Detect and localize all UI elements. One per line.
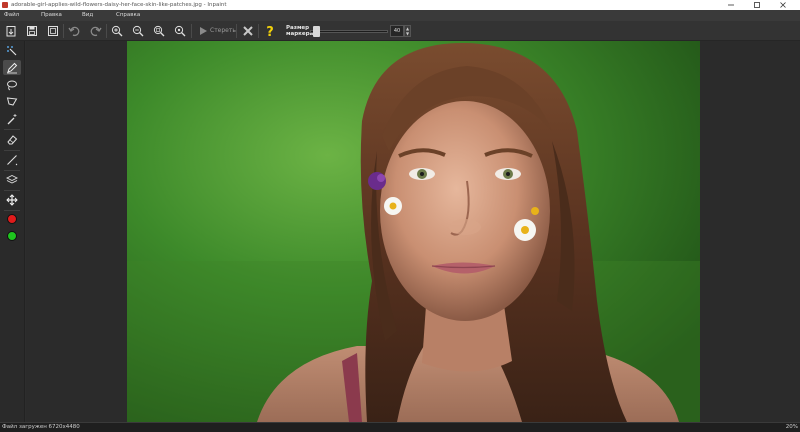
- zoom-actual-button[interactable]: [172, 23, 188, 39]
- maximize-button[interactable]: [744, 0, 770, 10]
- cancel-icon: [243, 26, 253, 36]
- marker-size-slider-thumb[interactable]: [312, 26, 320, 37]
- toolbar-separator: [63, 24, 64, 38]
- svg-text:?: ?: [266, 25, 274, 38]
- redo-icon: [90, 26, 102, 37]
- marker-size-input[interactable]: 40: [390, 25, 404, 37]
- menu-help[interactable]: Справка: [116, 12, 140, 18]
- undo-button[interactable]: [66, 23, 82, 39]
- tool-separator: [4, 170, 20, 171]
- save-as-button[interactable]: [45, 23, 61, 39]
- minimize-button[interactable]: [718, 0, 744, 10]
- green-color-swatch: [7, 230, 17, 241]
- status-text: Файл загружен 6720x4480: [2, 424, 80, 430]
- eraser-tool[interactable]: [3, 132, 21, 147]
- close-button[interactable]: [770, 0, 796, 10]
- marker-tool[interactable]: [3, 60, 21, 75]
- menu-edit[interactable]: Правка: [41, 12, 62, 18]
- menu-file[interactable]: Файл: [4, 12, 19, 18]
- zoom-level: 20%: [785, 424, 798, 430]
- magic-wand-tool[interactable]: [3, 111, 21, 126]
- lasso-icon: [7, 80, 17, 90]
- image-canvas[interactable]: [127, 41, 700, 422]
- magic-cursor-icon: [7, 45, 17, 55]
- save-icon: [27, 26, 37, 36]
- close-icon: [780, 2, 786, 8]
- zoom-in-icon: [111, 25, 123, 37]
- tool-panel: [0, 41, 25, 422]
- tool-separator: [4, 190, 20, 191]
- window-controls: [718, 0, 796, 10]
- move-tool[interactable]: [3, 192, 21, 207]
- open-button[interactable]: [3, 23, 19, 39]
- title-bar: adorable-girl-applies-wild-flowers-daisy…: [0, 0, 800, 10]
- mask-color-button[interactable]: [3, 211, 21, 226]
- magic-wand-icon: [7, 113, 17, 124]
- polygon-lasso-tool[interactable]: [3, 94, 21, 109]
- erase-button[interactable]: [195, 23, 211, 39]
- cancel-button[interactable]: [240, 23, 256, 39]
- daisy-left: [384, 197, 402, 215]
- inpaint-window: adorable-girl-applies-wild-flowers-daisy…: [0, 0, 800, 432]
- red-color-swatch: [7, 213, 17, 224]
- tool-separator: [4, 150, 20, 151]
- zoom-in-button[interactable]: [109, 23, 125, 39]
- line-tool[interactable]: [3, 152, 21, 167]
- app-icon: [2, 2, 8, 8]
- menu-bar: Файл Правка Вид Справка: [0, 10, 800, 21]
- minimize-icon: [728, 4, 734, 6]
- window-title: adorable-girl-applies-wild-flowers-daisy…: [11, 2, 227, 8]
- layers-icon: [6, 174, 18, 184]
- polygon-lasso-icon: [6, 96, 18, 106]
- undo-icon: [68, 26, 80, 37]
- play-icon: [200, 27, 207, 35]
- donor-color-button[interactable]: [3, 228, 21, 243]
- marker-size-slider-track[interactable]: [310, 30, 388, 33]
- erase-label[interactable]: Стереть: [210, 27, 236, 34]
- toolbar-separator: [258, 24, 259, 38]
- menu-view[interactable]: Вид: [82, 12, 93, 18]
- line-icon: [7, 154, 18, 165]
- smart-select-tool[interactable]: [3, 43, 21, 58]
- help-button[interactable]: ?: [262, 23, 278, 39]
- toolbar-separator: [236, 24, 237, 38]
- tool-separator: [4, 129, 20, 130]
- portrait-photo: [127, 41, 700, 422]
- marker-size-stepper[interactable]: ▲ ▼: [404, 25, 411, 37]
- toolbar: Стереть ? Размер маркера 40 ▲ ▼: [0, 21, 800, 41]
- zoom-fit-button[interactable]: [151, 23, 167, 39]
- marker-icon: [7, 62, 18, 73]
- move-icon: [6, 193, 18, 206]
- help-icon: ?: [266, 25, 274, 38]
- save-button[interactable]: [24, 23, 40, 39]
- stepper-down-icon[interactable]: ▼: [406, 31, 409, 36]
- zoom-out-icon: [132, 25, 144, 37]
- eraser-icon: [7, 134, 18, 144]
- toolbar-separator: [106, 24, 107, 38]
- toolbar-separator: [191, 24, 192, 38]
- zoom-actual-icon: [174, 25, 186, 37]
- zoom-out-button[interactable]: [130, 23, 146, 39]
- zoom-fit-icon: [153, 25, 165, 37]
- maximize-icon: [754, 2, 760, 8]
- lasso-tool[interactable]: [3, 77, 21, 92]
- status-bar: Файл загружен 6720x4480 20%: [0, 422, 800, 432]
- layers-tool[interactable]: [3, 172, 21, 187]
- save-as-icon: [48, 26, 58, 36]
- redo-button[interactable]: [88, 23, 104, 39]
- open-file-icon: [6, 26, 16, 37]
